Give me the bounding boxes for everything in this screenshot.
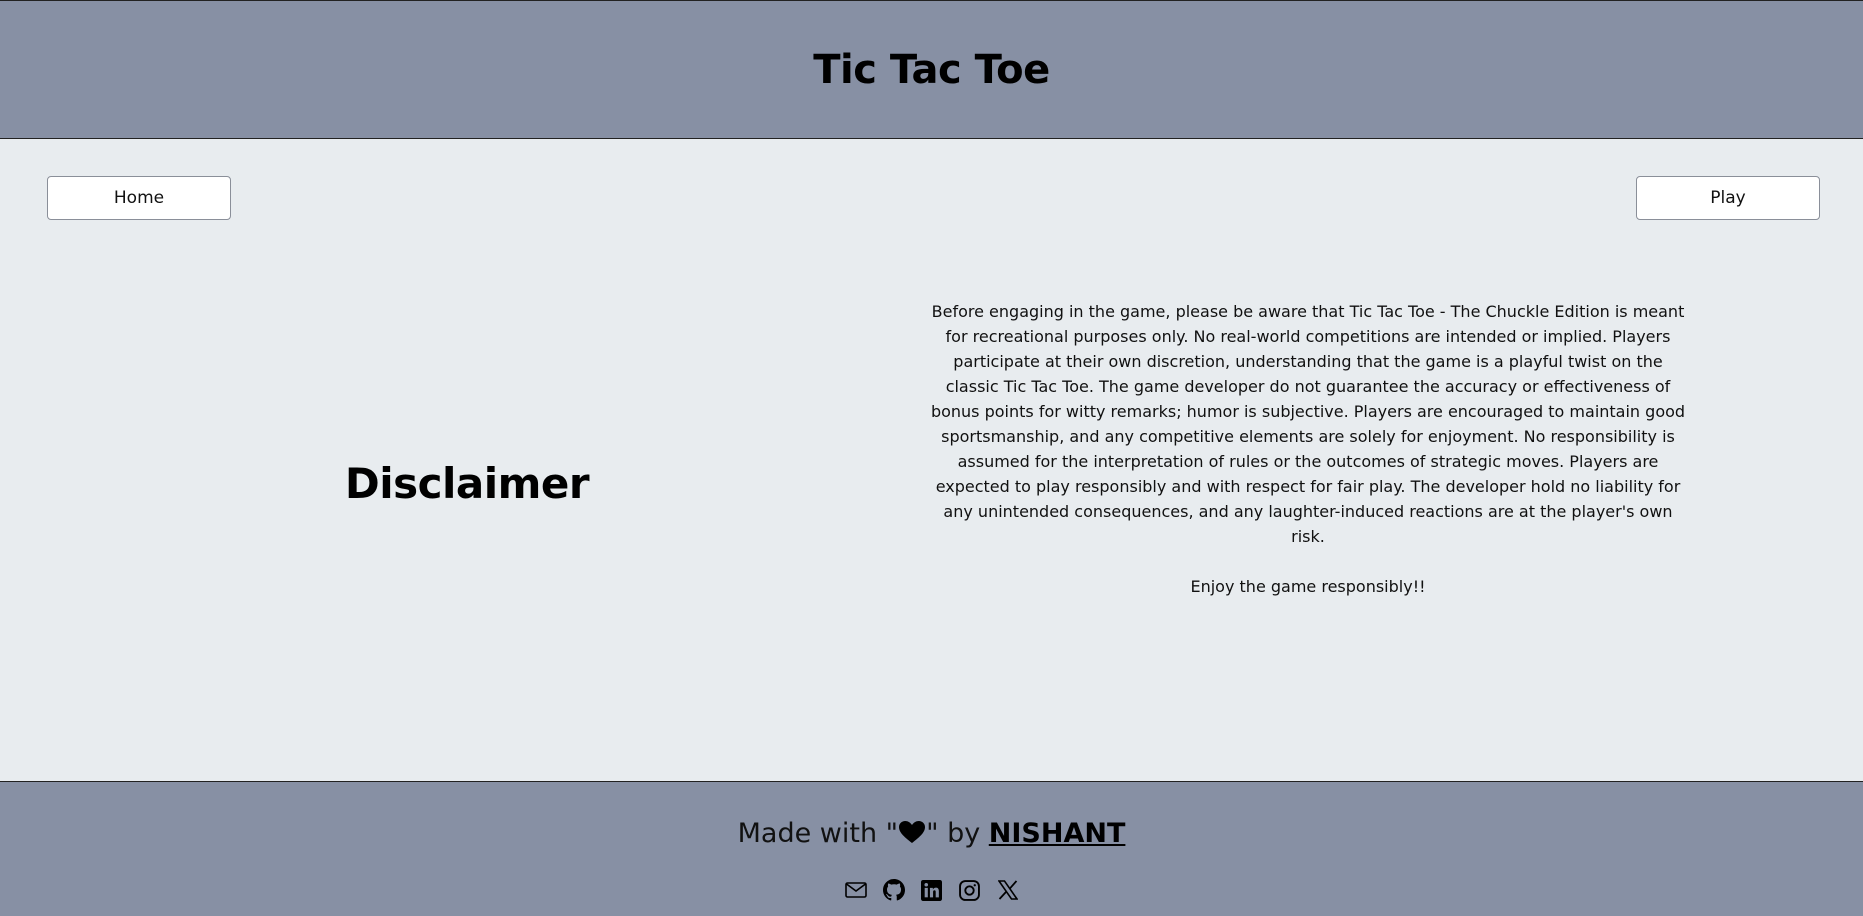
email-icon[interactable] (844, 879, 867, 901)
linkedin-icon[interactable] (921, 879, 943, 901)
site-header: Tic Tac Toe (0, 0, 1863, 139)
play-button[interactable]: Play (1636, 176, 1820, 220)
disclaimer-closing: Enjoy the game responsibly!! (1190, 577, 1426, 596)
site-footer: Made with " " by NISHANT (0, 781, 1863, 916)
page-title: Tic Tac Toe (813, 46, 1050, 93)
social-links (0, 879, 1863, 901)
author-link[interactable]: NISHANT (989, 818, 1126, 849)
github-icon[interactable] (882, 879, 905, 901)
x-icon[interactable] (997, 879, 1019, 901)
disclaimer-text: Before engaging in the game, please be a… (930, 299, 1686, 599)
instagram-icon[interactable] (959, 879, 981, 901)
disclaimer-heading: Disclaimer (344, 459, 590, 508)
made-with-suffix: " by (926, 818, 989, 849)
made-with-text: Made with " " by NISHANT (0, 818, 1863, 851)
disclaimer-paragraph: Before engaging in the game, please be a… (930, 302, 1686, 546)
main-content: Home Play Disclaimer Before engaging in … (0, 139, 1863, 781)
heart-icon (898, 820, 926, 851)
made-with-prefix: Made with " (737, 818, 899, 849)
home-button[interactable]: Home (47, 176, 231, 220)
